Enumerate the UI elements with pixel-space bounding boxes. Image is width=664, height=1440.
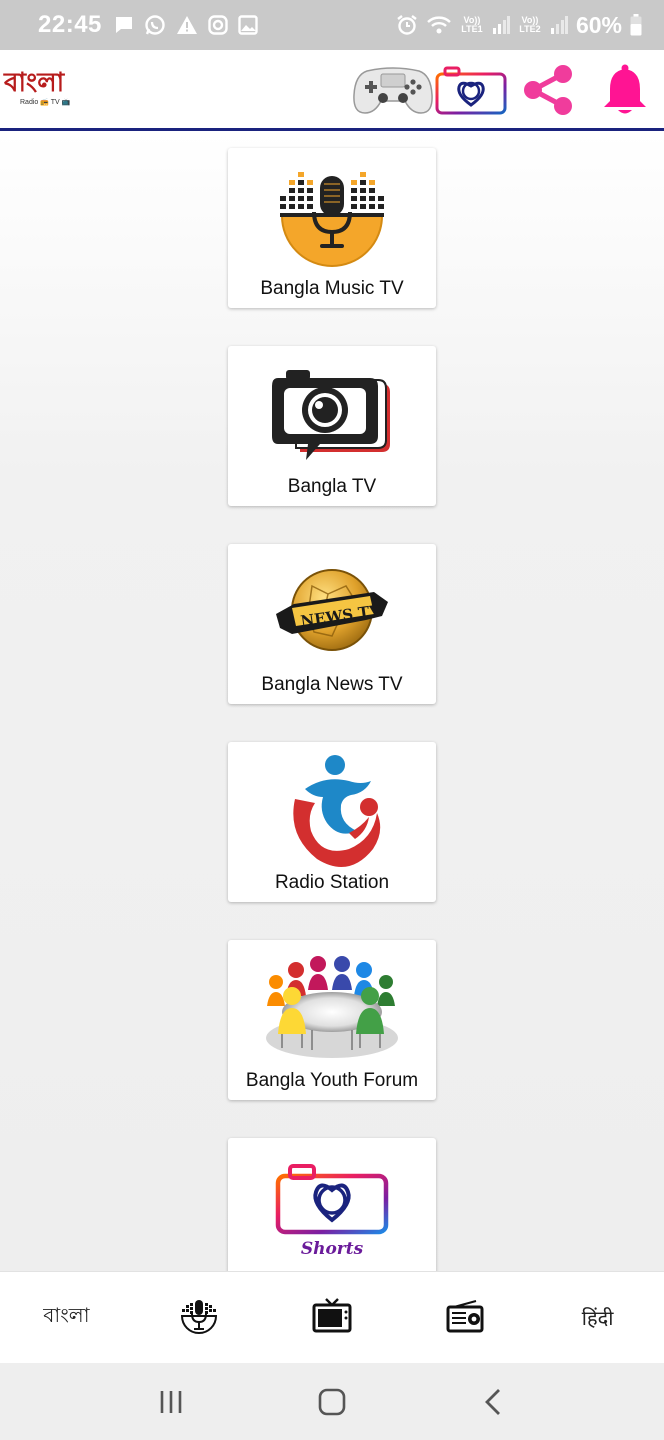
- tv-icon: [312, 1297, 352, 1339]
- card-label: Bangla News TV: [261, 674, 403, 695]
- message-icon: [114, 15, 134, 35]
- youth-forum-icon: [228, 950, 436, 1070]
- home-icon[interactable]: [302, 1372, 362, 1432]
- card-bangla-news-tv[interactable]: NEWS TV Bangla News TV: [228, 544, 436, 704]
- status-time: 22:45: [38, 11, 102, 38]
- nav-hindi-label: हिंदी: [581, 1306, 614, 1330]
- music-mic-icon: [228, 158, 436, 278]
- sim2-label: Vo)) LTE2: [519, 15, 541, 34]
- back-icon[interactable]: [463, 1372, 523, 1432]
- shorts-camera-icon[interactable]: [434, 58, 508, 122]
- share-icon[interactable]: [518, 58, 578, 122]
- nav-bangla[interactable]: বাংলা: [0, 1272, 133, 1363]
- bell-icon[interactable]: [598, 58, 652, 122]
- alarm-icon: [396, 14, 418, 36]
- logo-subtext: Radio 📻 TV 📺: [20, 99, 71, 106]
- card-radio-station[interactable]: Radio Station: [228, 742, 436, 902]
- nav-hindi[interactable]: हिंदी: [531, 1272, 664, 1363]
- signal-2-icon: [550, 16, 568, 34]
- recent-apps-icon[interactable]: [141, 1372, 201, 1432]
- card-label: Bangla Music TV: [260, 278, 404, 299]
- shorts-logo-text: Shorts: [301, 1239, 364, 1259]
- bottom-navigation: বাংলা हिंदी: [0, 1271, 664, 1363]
- card-shorts[interactable]: Shorts: [228, 1138, 436, 1271]
- news-globe-icon: NEWS TV: [228, 554, 436, 674]
- battery-percent: 60%: [575, 11, 622, 38]
- gamepad-icon[interactable]: [352, 58, 434, 122]
- nav-music[interactable]: [133, 1272, 266, 1363]
- instagram-icon: [208, 15, 228, 35]
- logo-text: বাংলা: [4, 68, 65, 98]
- card-label: Radio Station: [274, 872, 390, 893]
- signal-1-icon: [492, 16, 510, 34]
- app-bar: বাংলা Radio 📻 TV 📺: [0, 50, 664, 131]
- shorts-logo-icon: Shorts: [228, 1148, 436, 1268]
- wifi-icon: [426, 15, 452, 35]
- card-label: Bangla TV: [287, 476, 377, 497]
- card-label: Bangla Youth Forum: [245, 1070, 419, 1091]
- status-bar: 22:45 Vo)) LTE1 Vo)) LTE2 60%: [0, 0, 664, 50]
- nav-bangla-label: বাংলা: [43, 1303, 90, 1327]
- whatsapp-icon: [144, 14, 166, 36]
- system-navigation: [0, 1363, 664, 1440]
- radio-icon: [446, 1299, 484, 1337]
- sim1-label: Vo)) LTE1: [461, 15, 483, 34]
- gallery-icon: [238, 15, 258, 35]
- tv-camera-icon: [228, 356, 436, 476]
- nav-tv[interactable]: [266, 1272, 399, 1363]
- content-area: Bangla Music TV Bangla TV NEWS TV Bangla…: [0, 131, 664, 1271]
- music-mic-icon: [180, 1297, 218, 1339]
- card-bangla-tv[interactable]: Bangla TV: [228, 346, 436, 506]
- battery-icon: [630, 14, 642, 36]
- card-bangla-youth-forum[interactable]: Bangla Youth Forum: [228, 940, 436, 1100]
- nav-radio[interactable]: [398, 1272, 531, 1363]
- warning-icon: [176, 15, 198, 35]
- radio-station-icon: [228, 752, 436, 872]
- card-bangla-music-tv[interactable]: Bangla Music TV: [228, 148, 436, 308]
- app-logo[interactable]: বাংলা Radio 📻 TV 📺: [4, 68, 84, 116]
